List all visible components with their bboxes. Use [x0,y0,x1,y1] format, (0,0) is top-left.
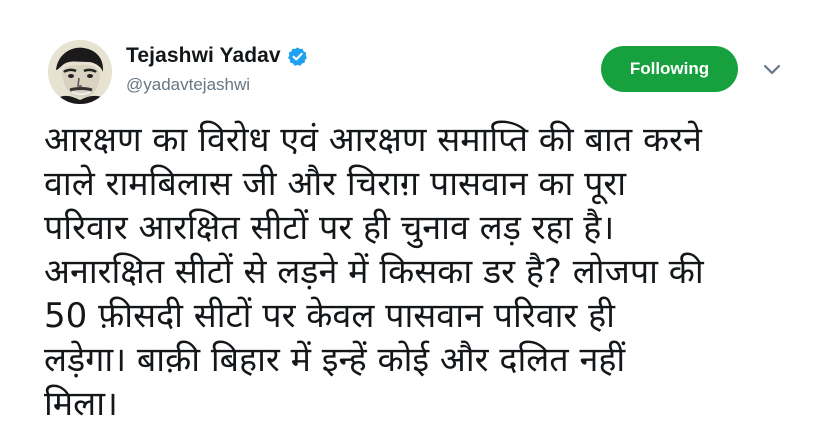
author-name-row: Tejashwi Yadav [126,42,308,70]
tweet-card: Tejashwi Yadav @yadavtejashwi Following … [0,0,828,424]
author-handle[interactable]: @yadavtejashwi [126,75,308,95]
following-button[interactable]: Following [601,46,738,92]
tweet-text-line: अनारक्षित सीटों से लड़ने में किसका डर है… [44,252,704,292]
avatar[interactable] [48,40,112,104]
tweet-text-line: परिवार आरक्षित सीटों पर ही चुनाव लड़ रहा… [44,208,615,248]
chevron-down-icon[interactable] [762,62,782,76]
tweet-text: आरक्षण का विरोध एवं आरक्षण समाप्ति की बा… [44,118,824,426]
author-block: Tejashwi Yadav @yadavtejashwi [126,42,308,95]
tweet-text-line: लड़ेगा। बाक़ी बिहार में इन्हें कोई और दल… [44,340,626,380]
tweet-text-line: 50 फ़ीसदी सीटों पर केवल पासवान परिवार ही [44,296,615,336]
verified-badge-icon [287,46,308,67]
avatar-image [48,40,112,104]
author-name[interactable]: Tejashwi Yadav [126,44,281,68]
tweet-text-line: मिला। [44,384,118,424]
tweet-text-line: आरक्षण का विरोध एवं आरक्षण समाप्ति की बा… [44,120,702,160]
tweet-text-line: वाले रामबिलास जी और चिराग़ पासवान का पूर… [44,164,627,204]
